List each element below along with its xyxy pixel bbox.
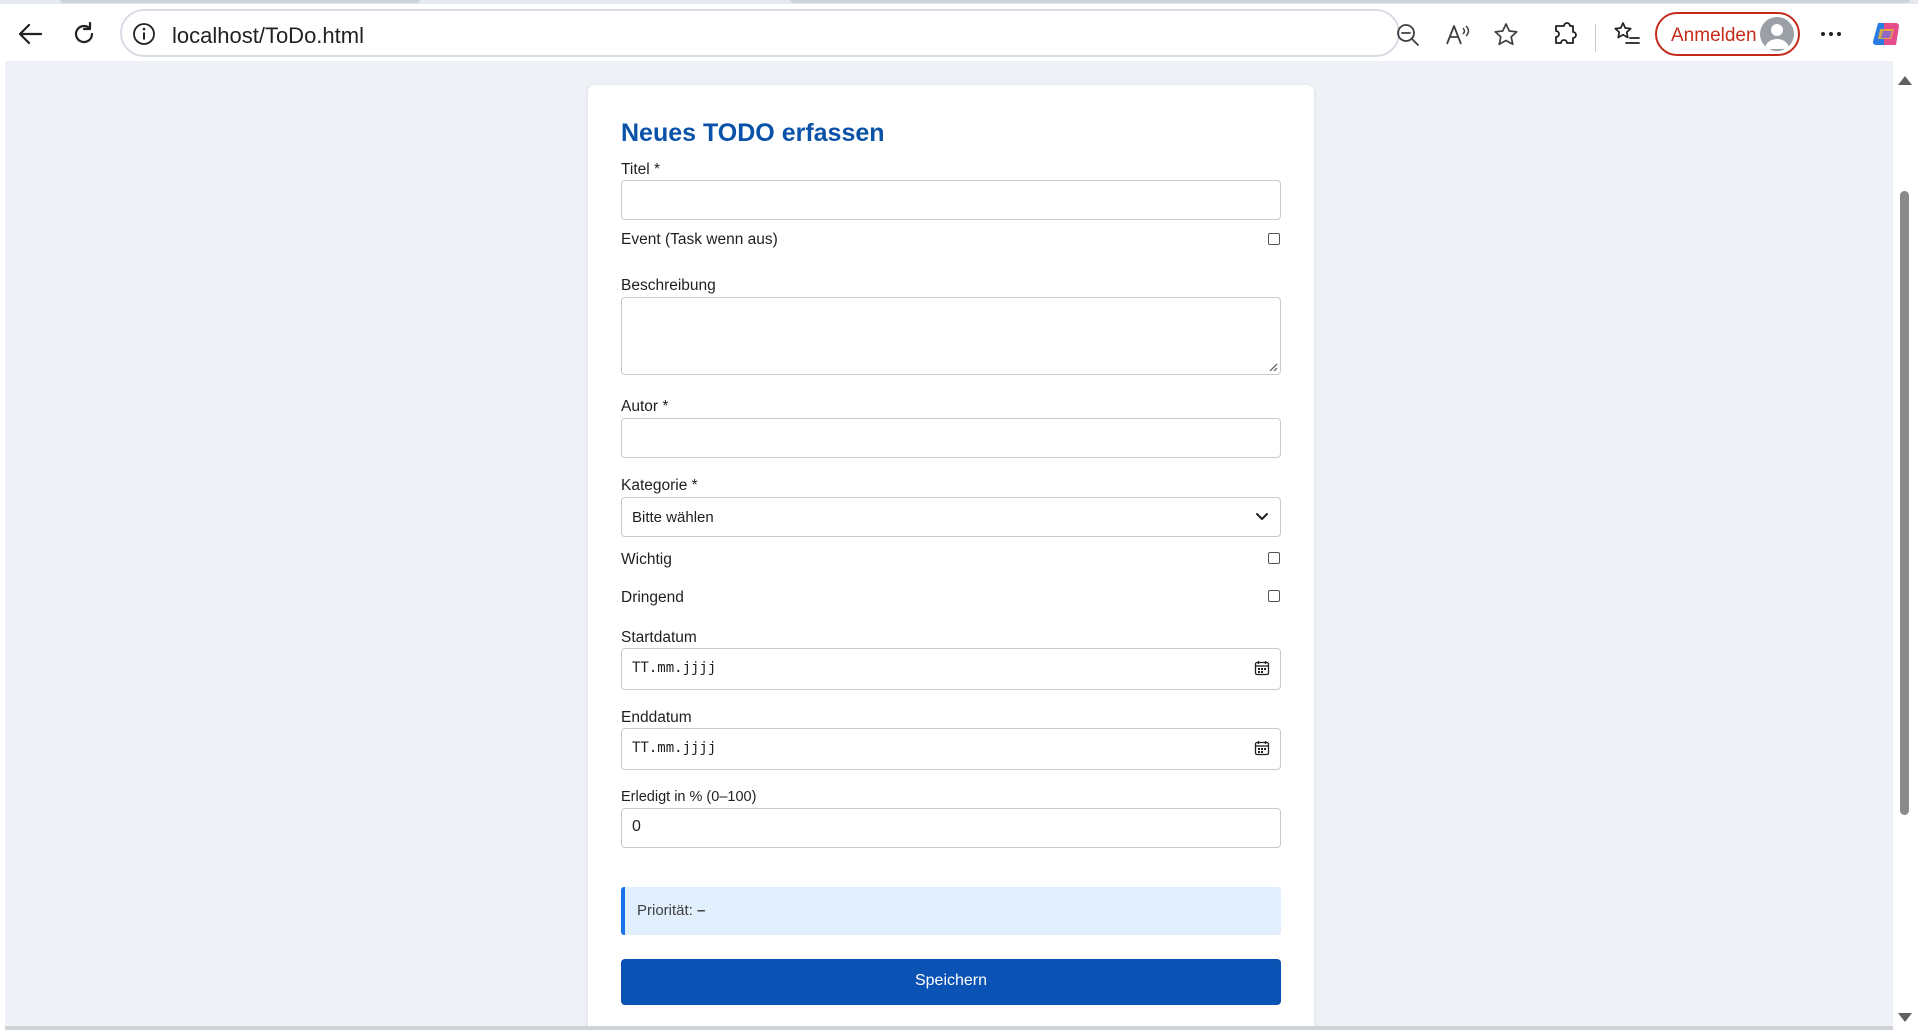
- wichtig-label: Wichtig: [621, 551, 672, 568]
- save-button[interactable]: Speichern: [621, 959, 1281, 1005]
- tab-strip-segment: [60, 0, 420, 3]
- autor-label: Autor *: [621, 398, 669, 415]
- startdatum-placeholder: TT.mm.jjjj: [632, 660, 717, 676]
- person-icon: [1765, 24, 1789, 49]
- address-bar[interactable]: localhost/ToDo.html: [120, 9, 1518, 57]
- kategorie-selected: Bitte wählen: [632, 509, 714, 526]
- copilot-icon[interactable]: [1870, 17, 1904, 51]
- page-title: Neues TODO erfassen: [621, 119, 885, 147]
- more-options-icon[interactable]: [1816, 19, 1846, 49]
- save-button-label: Speichern: [914, 972, 988, 989]
- titel-label: Titel *: [621, 161, 661, 178]
- back-arrow-icon: [18, 23, 43, 45]
- todo-form-card: Neues TODO erfassen Titel * Event (Task …: [588, 85, 1314, 1026]
- favorites-list-icon[interactable]: [1612, 19, 1642, 49]
- sign-in-button[interactable]: Anmelden: [1655, 12, 1800, 56]
- scrollbar-thumb[interactable]: [1900, 191, 1909, 815]
- priority-value: –: [697, 902, 706, 919]
- page-viewport: Neues TODO erfassen Titel * Event (Task …: [5, 61, 1893, 1026]
- titel-input[interactable]: [621, 180, 1281, 220]
- beschreibung-textarea[interactable]: [621, 297, 1281, 375]
- extensions-icon[interactable]: [1550, 19, 1580, 49]
- enddatum-label: Enddatum: [621, 709, 692, 726]
- vertical-scrollbar[interactable]: [1893, 61, 1918, 1030]
- erledigt-label: Erledigt in % (0–100): [621, 789, 757, 805]
- scroll-down-arrow-icon[interactable]: [1898, 1013, 1912, 1022]
- kategorie-label: Kategorie *: [621, 477, 698, 494]
- reload-button[interactable]: [66, 16, 102, 52]
- wichtig-checkbox[interactable]: [1268, 552, 1280, 564]
- browser-toolbar: localhost/ToDo.html Anmelden: [0, 4, 1918, 61]
- avatar: [1760, 17, 1794, 51]
- enddatum-input[interactable]: TT.mm.jjjj: [621, 728, 1281, 770]
- kategorie-select[interactable]: Bitte wählen: [621, 497, 1281, 537]
- enddatum-placeholder: TT.mm.jjjj: [632, 740, 717, 756]
- erledigt-value: 0: [632, 818, 641, 835]
- toolbar-separator: [1595, 24, 1596, 52]
- erledigt-number-input[interactable]: 0: [621, 808, 1281, 848]
- sign-in-label: Anmelden: [1671, 25, 1757, 46]
- priority-text: Priorität: –: [637, 902, 705, 919]
- zoom-out-icon[interactable]: [1394, 21, 1422, 49]
- beschreibung-label: Beschreibung: [621, 277, 716, 294]
- address-url[interactable]: localhost/ToDo.html: [172, 23, 364, 49]
- favorite-star-icon[interactable]: [1492, 21, 1520, 49]
- event-label: Event (Task wenn aus): [621, 231, 778, 248]
- tab-strip-segment: [790, 0, 1910, 3]
- bottom-border: [5, 1026, 1893, 1030]
- back-button[interactable]: [12, 16, 48, 52]
- startdatum-input[interactable]: TT.mm.jjjj: [621, 648, 1281, 690]
- chevron-down-icon: [1256, 513, 1268, 520]
- priority-label: Priorität:: [637, 902, 693, 919]
- priority-box: Priorität: –: [621, 887, 1281, 935]
- read-aloud-icon[interactable]: [1444, 21, 1472, 49]
- calendar-icon[interactable]: [1254, 660, 1270, 676]
- calendar-icon[interactable]: [1254, 740, 1270, 756]
- dringend-label: Dringend: [621, 589, 684, 606]
- dringend-checkbox[interactable]: [1268, 590, 1280, 602]
- resize-handle-icon[interactable]: [1268, 362, 1278, 372]
- startdatum-label: Startdatum: [621, 629, 697, 646]
- scroll-up-arrow-icon[interactable]: [1898, 76, 1912, 85]
- autor-input[interactable]: [621, 418, 1281, 458]
- event-checkbox[interactable]: [1268, 233, 1280, 245]
- site-info-icon[interactable]: [132, 22, 156, 46]
- reload-icon: [74, 21, 94, 44]
